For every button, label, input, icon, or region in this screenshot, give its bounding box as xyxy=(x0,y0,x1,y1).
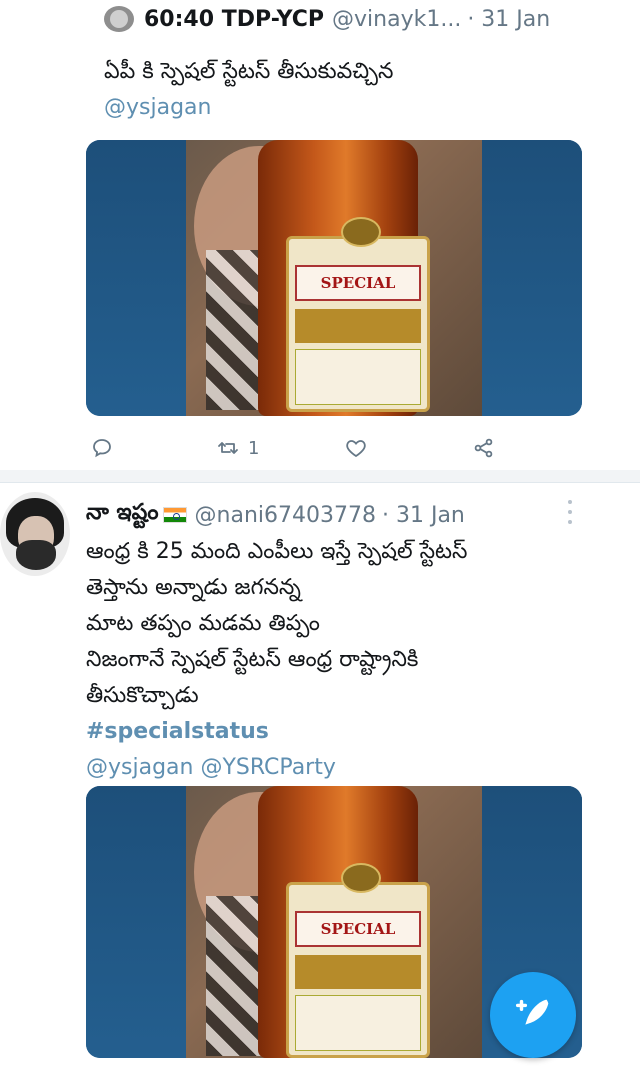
retweet-count: 1 xyxy=(248,437,260,459)
tweet-1-avatar[interactable] xyxy=(104,6,134,32)
label-foot xyxy=(295,995,421,1051)
tweet-1-date: · 31 Jan xyxy=(467,6,551,32)
label-title: SPECIAL STATUS xyxy=(295,911,421,970)
hashtag-link[interactable]: #specialstatus xyxy=(86,714,606,750)
tweet-1-mention[interactable]: @ysjagan xyxy=(104,90,393,126)
tweet-1-author-handle[interactable]: @vinayk1... xyxy=(332,7,461,32)
image-backdrop-right xyxy=(472,140,582,416)
more-dot xyxy=(568,520,572,524)
photo-content: SPECIAL STATUS xyxy=(186,786,482,1058)
india-flag-icon xyxy=(162,507,187,523)
tweet-1-header: 60:40 TDP-YCP @vinayk1... · 31 Jan xyxy=(104,6,556,32)
tweet-2-author-handle[interactable]: @nani67403778 xyxy=(195,503,376,528)
tweet-2-date: · 31 Jan xyxy=(381,502,465,528)
tweet-2-line: నిజంగానే స్పెషల్ స్టేటస్ ఆంధ్ర రాష్ట్రాన… xyxy=(86,647,419,672)
bottle: SPECIAL STATUS xyxy=(258,140,430,416)
label-seal xyxy=(341,217,381,247)
share-icon xyxy=(474,438,493,458)
label-seal xyxy=(341,863,381,893)
bottle-label: SPECIAL STATUS xyxy=(286,863,430,1058)
heart-icon xyxy=(346,440,366,458)
tweet-1-body: ఏపీ కి స్పెషల్ స్టేటస్ తీసుకువచ్చిన xyxy=(104,59,394,84)
tweet-1-author-name[interactable]: 60:40 TDP-YCP xyxy=(144,7,324,32)
tweet-2-author-name[interactable]: నా ఇష్టం xyxy=(86,500,159,530)
photo-content: SPECIAL STATUS xyxy=(186,140,482,416)
tweet-2-text: ఆంధ్ర కి 25 మంది ఎంపీలు ఇస్తే స్పెషల్ స్… xyxy=(86,534,606,786)
tweet-2-header: నా ఇష్టం @nani67403778 · 31 Jan xyxy=(86,500,471,530)
more-vertical-icon xyxy=(568,500,572,504)
tweet-2-line: తెస్తాను అన్నాడు జగనన్న xyxy=(86,575,301,600)
tweet-2-more-button[interactable] xyxy=(564,500,576,524)
tweet-1-text: ఏపీ కి స్పెషల్ స్టేటస్ తీసుకువచ్చిన @ysj… xyxy=(104,54,393,126)
tweet-2-line: ఆంధ్ర కి 25 మంది ఎంపీలు ఇస్తే స్పెషల్ స్… xyxy=(86,539,468,564)
tweet-2-avatar[interactable] xyxy=(0,492,70,576)
compose-tweet-button[interactable] xyxy=(490,972,576,1058)
image-backdrop-left xyxy=(86,140,196,416)
bottle: SPECIAL STATUS xyxy=(258,786,430,1058)
retweet-button[interactable]: 1 xyxy=(216,436,259,460)
tweet-1-image[interactable]: SPECIAL STATUS xyxy=(86,140,582,416)
bottle-label: SPECIAL STATUS xyxy=(286,217,430,412)
tweet-2-line: తీసుకొచ్చాడు xyxy=(86,683,199,708)
reply-button[interactable] xyxy=(90,436,114,460)
label-band xyxy=(295,309,421,343)
label-band xyxy=(295,955,421,989)
reply-icon xyxy=(93,439,111,458)
more-dot xyxy=(568,510,572,514)
avatar-beard xyxy=(16,540,56,570)
label-foot xyxy=(295,349,421,405)
tweet-1-actions: 1 xyxy=(86,430,586,466)
mention-links[interactable]: @ysjagan @YSRCParty xyxy=(86,750,606,786)
share-button[interactable] xyxy=(472,436,496,460)
tweet-1[interactable]: 60:40 TDP-YCP @vinayk1... · 31 Jan ఏపీ క… xyxy=(0,0,640,470)
like-button[interactable] xyxy=(344,436,368,460)
label-title: SPECIAL STATUS xyxy=(295,265,421,324)
retweet-icon xyxy=(218,442,238,454)
compose-tweet-icon xyxy=(515,999,549,1025)
image-backdrop-left xyxy=(86,786,196,1058)
tweet-separator xyxy=(0,470,640,482)
tweet-2-line: మాట తప్పం మడమ తిప్పం xyxy=(86,611,320,636)
